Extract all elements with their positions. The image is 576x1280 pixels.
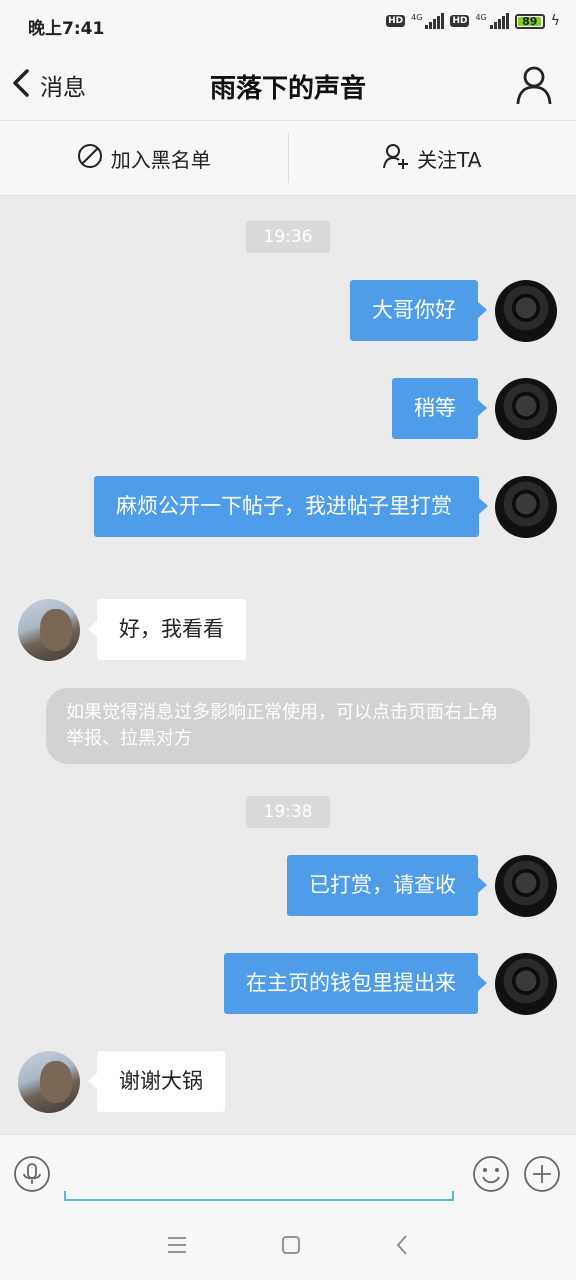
follow-label: 关注TA: [417, 147, 482, 172]
outgoing-message[interactable]: 大哥你好: [350, 280, 487, 341]
signal-icon-2: [489, 13, 509, 29]
network-type-label: 4G: [411, 13, 423, 22]
chevron-left-icon: [10, 66, 32, 104]
add-user-icon: [383, 143, 409, 174]
hd-badge-2: HD: [450, 15, 470, 27]
menu-icon[interactable]: [167, 1236, 187, 1254]
back-nav-icon[interactable]: [395, 1234, 409, 1256]
my-avatar[interactable]: [495, 280, 557, 342]
block-icon: [77, 143, 103, 174]
incoming-message[interactable]: 好，我看看: [88, 599, 246, 660]
signal-icon: [425, 13, 445, 29]
contact-avatar[interactable]: [18, 1051, 80, 1113]
my-avatar[interactable]: [495, 953, 557, 1015]
outgoing-message[interactable]: 在主页的钱包里提出来: [224, 953, 487, 1014]
hd-badge: HD: [386, 15, 406, 27]
plus-icon[interactable]: [523, 1155, 561, 1197]
network-type-label-2: 4G: [475, 13, 487, 22]
page-title: 雨落下的声音: [209, 74, 366, 104]
message-list[interactable]: 19:36 大哥你好 稍等 麻烦公开一下帖子，我进帖子里打赏 好，我看看 如果觉…: [0, 196, 576, 1134]
outgoing-message[interactable]: 稍等: [392, 378, 487, 439]
microphone-icon[interactable]: [13, 1155, 51, 1197]
follow-button[interactable]: 关注TA: [289, 121, 576, 195]
battery-level: 89: [522, 14, 538, 28]
my-avatar[interactable]: [495, 476, 557, 538]
my-avatar[interactable]: [495, 378, 557, 440]
status-time: 晚上7:41: [28, 19, 105, 39]
system-notice: 如果觉得消息过多影响正常使用，可以点击页面右上角举报、拉黑对方: [46, 688, 530, 764]
input-edge: [64, 1191, 66, 1201]
my-avatar[interactable]: [495, 855, 557, 917]
outgoing-message[interactable]: 麻烦公开一下帖子，我进帖子里打赏: [94, 476, 488, 537]
outgoing-message[interactable]: 已打赏，请查收: [287, 855, 487, 916]
smiley-icon[interactable]: [472, 1155, 510, 1197]
action-bar: 加入黑名单 关注TA: [0, 120, 576, 196]
profile-button[interactable]: [516, 66, 552, 108]
timestamp: 19:36: [246, 221, 330, 253]
user-icon: [516, 66, 552, 108]
message-input[interactable]: [64, 1151, 454, 1201]
timestamp: 19:38: [246, 796, 330, 828]
back-button[interactable]: 消息: [10, 66, 86, 104]
status-icons: HD 4G HD 4G 89 ϟ: [386, 13, 560, 29]
contact-avatar[interactable]: [18, 599, 80, 661]
battery-icon: 89: [514, 13, 545, 29]
input-bar: [0, 1134, 576, 1210]
blacklist-button[interactable]: 加入黑名单: [0, 121, 288, 195]
status-bar: 晚上7:41 HD 4G HD 4G 89 ϟ: [0, 0, 576, 50]
home-icon[interactable]: [281, 1235, 301, 1255]
chat-header: 消息 雨落下的声音: [0, 50, 576, 120]
blacklist-label: 加入黑名单: [110, 147, 211, 172]
input-edge: [452, 1191, 454, 1201]
back-label: 消息: [40, 75, 86, 101]
system-nav-bar: [0, 1210, 576, 1280]
incoming-message[interactable]: 谢谢大锅: [88, 1051, 225, 1112]
charging-icon: ϟ: [550, 13, 560, 29]
